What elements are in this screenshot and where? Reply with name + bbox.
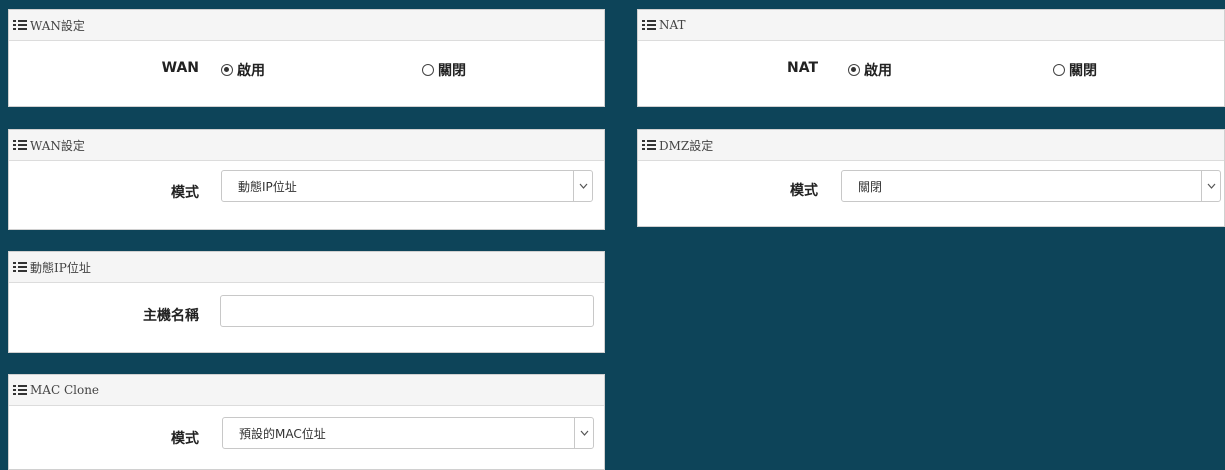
panel-header: 動態IP位址 <box>9 252 604 283</box>
radio-checked-icon <box>221 64 233 76</box>
radio-checked-icon <box>848 64 860 76</box>
select-value: 關閉 <box>858 179 883 194</box>
panel-title: 動態IP位址 <box>30 260 91 275</box>
list-icon <box>13 385 27 395</box>
dhcp-panel: 動態IP位址 主機名稱 <box>8 251 605 353</box>
list-icon <box>642 20 656 30</box>
list-icon <box>13 262 27 272</box>
select-value: 動態IP位址 <box>238 179 297 194</box>
radio-label: 關閉 <box>438 63 466 79</box>
wan-disable-radio[interactable]: 關閉 <box>422 60 466 80</box>
hostname-label: 主機名稱 <box>143 308 199 324</box>
nat-disable-radio[interactable]: 關閉 <box>1053 60 1097 80</box>
wan-enable-panel: WAN設定 WAN 啟用 關閉 <box>8 9 605 107</box>
dmz-mode-select[interactable]: 關閉 <box>841 170 1221 202</box>
nat-panel: NAT NAT 啟用 關閉 <box>637 9 1225 107</box>
list-icon <box>13 140 27 150</box>
radio-label: 啟用 <box>237 63 265 79</box>
wan-label: WAN <box>161 60 199 76</box>
chevron-down-icon <box>573 171 592 201</box>
nat-enable-radio[interactable]: 啟用 <box>848 60 892 80</box>
panel-title: MAC Clone <box>30 383 100 397</box>
panel-title: WAN設定 <box>30 138 85 153</box>
panel-title: DMZ設定 <box>659 138 714 153</box>
hostname-input[interactable] <box>220 295 594 327</box>
chevron-down-icon <box>1201 171 1220 201</box>
radio-unchecked-icon <box>1053 64 1065 76</box>
panel-title: WAN設定 <box>30 18 85 33</box>
radio-label: 啟用 <box>864 63 892 79</box>
list-icon <box>642 140 656 150</box>
mac-clone-mode-select[interactable]: 預設的MAC位址 <box>222 417 594 449</box>
nat-label: NAT <box>786 60 818 76</box>
mode-label: 模式 <box>790 183 818 199</box>
dmz-panel: DMZ設定 模式 關閉 <box>637 129 1225 227</box>
panel-header: MAC Clone <box>9 375 604 406</box>
chevron-down-icon <box>574 418 593 448</box>
mac-clone-panel: MAC Clone 模式 預設的MAC位址 <box>8 374 605 470</box>
mode-label: 模式 <box>171 185 199 201</box>
radio-unchecked-icon <box>422 64 434 76</box>
wan-enable-radio[interactable]: 啟用 <box>221 60 265 80</box>
select-value: 預設的MAC位址 <box>239 426 326 441</box>
panel-title: NAT <box>659 18 686 32</box>
panel-header: WAN設定 <box>9 10 604 41</box>
wan-mode-select[interactable]: 動態IP位址 <box>221 170 593 202</box>
panel-header: NAT <box>638 10 1224 41</box>
panel-header: WAN設定 <box>9 130 604 161</box>
panel-header: DMZ設定 <box>638 130 1224 161</box>
list-icon <box>13 20 27 30</box>
wan-mode-panel: WAN設定 模式 動態IP位址 <box>8 129 605 230</box>
mode-label: 模式 <box>171 431 199 447</box>
radio-label: 關閉 <box>1069 63 1097 79</box>
